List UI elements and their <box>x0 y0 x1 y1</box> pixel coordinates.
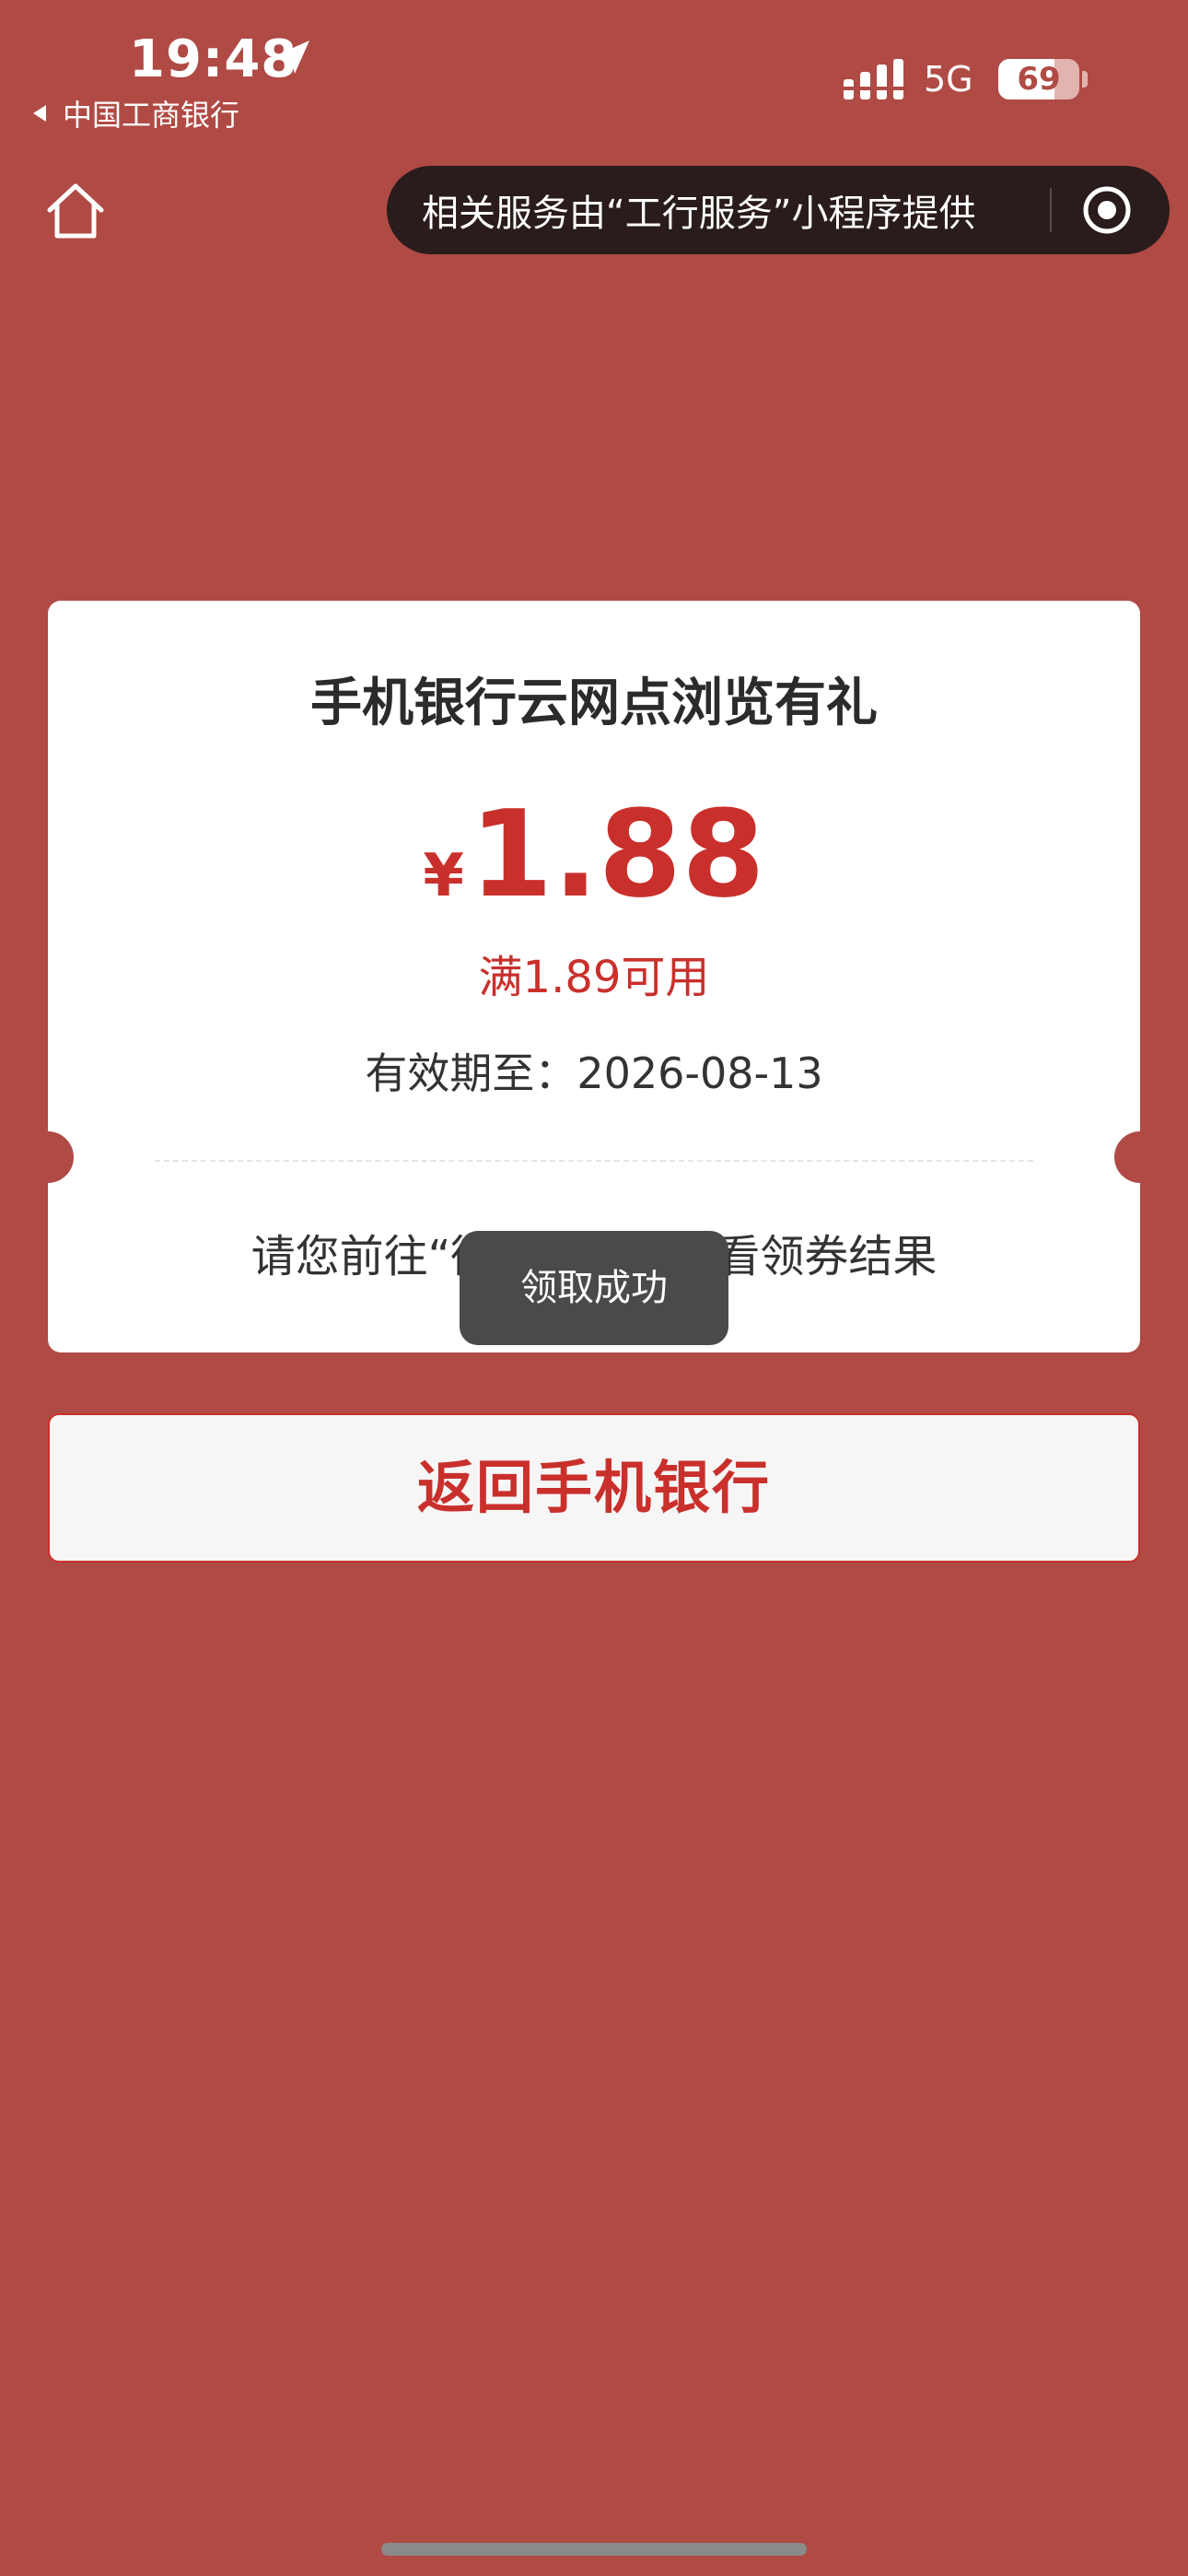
coupon-threshold: 满1.89可用 <box>478 952 710 1003</box>
success-toast: 领取成功 <box>460 1231 728 1345</box>
return-to-mobile-bank-button[interactable]: 返回手机银行 <box>48 1413 1140 1563</box>
cellular-signal-icon <box>844 59 904 100</box>
location-arrow-icon <box>276 41 309 74</box>
target-icon[interactable] <box>1081 184 1133 236</box>
card-divider <box>155 1160 1033 1162</box>
battery-cap <box>1082 71 1088 88</box>
back-app-label: 中国工商银行 <box>63 98 240 133</box>
card-notch-left <box>22 1131 74 1183</box>
coupon-title: 手机银行云网点浏览有礼 <box>310 673 878 733</box>
amount-value: 1.88 <box>469 784 765 924</box>
currency-symbol: ¥ <box>423 842 464 910</box>
home-indicator[interactable] <box>381 2543 807 2556</box>
back-caret-icon <box>33 105 46 122</box>
home-icon[interactable] <box>41 177 111 247</box>
mini-program-capsule[interactable]: 相关服务由“工行服务”小程序提供 <box>387 166 1170 254</box>
coupon-amount: ¥1.88 <box>48 785 1140 960</box>
back-to-app-link[interactable]: 中国工商银行 <box>33 92 239 135</box>
coupon-validity: 有效期至：2026-08-13 <box>365 1048 823 1098</box>
card-notch-right <box>1114 1131 1166 1183</box>
battery-indicator: 69 <box>998 59 1079 100</box>
capsule-divider <box>1050 188 1052 232</box>
capsule-notice: 相关服务由“工行服务”小程序提供 <box>422 193 976 235</box>
battery-level-text: 69 <box>1017 61 1061 98</box>
network-type: 5G <box>924 59 973 100</box>
